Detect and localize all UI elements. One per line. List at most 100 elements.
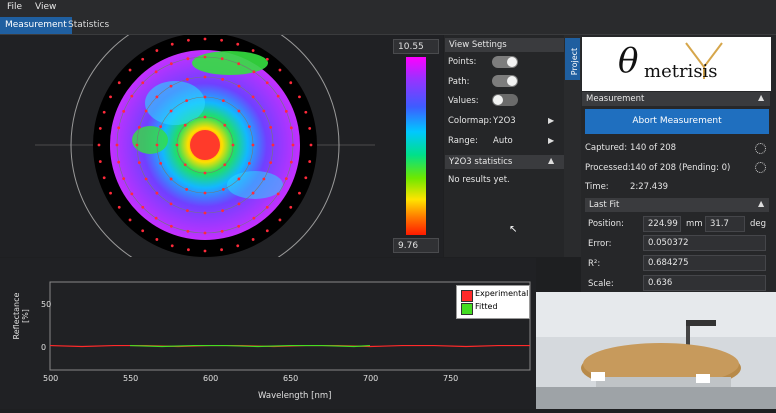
path-toggle[interactable] xyxy=(492,75,518,87)
chevron-up-icon[interactable]: ▲ xyxy=(548,156,554,165)
scale-field[interactable]: 0.636 xyxy=(643,275,766,291)
spectrum-panel xyxy=(0,258,536,409)
angle-field[interactable]: 31.7 xyxy=(705,216,745,232)
measurement-point xyxy=(183,163,187,167)
measurement-point xyxy=(231,143,235,147)
path-label: Path: xyxy=(448,77,470,87)
values-toggle[interactable] xyxy=(492,94,518,106)
measurement-point xyxy=(169,177,173,181)
abort-measurement-button[interactable]: Abort Measurement xyxy=(585,109,769,134)
menu-bar xyxy=(0,0,776,17)
measurement-point xyxy=(252,216,256,220)
measurement-point xyxy=(251,191,255,195)
project-tab-label: Project xyxy=(570,47,580,76)
values-label: Values: xyxy=(448,96,479,106)
wafer-map[interactable] xyxy=(0,10,443,280)
mouse-cursor-icon: ↖ xyxy=(509,224,518,235)
chevron-right-icon[interactable]: ▶ xyxy=(548,136,554,145)
measurement-point xyxy=(154,70,158,74)
measurement-point xyxy=(128,218,132,222)
measurement-point xyxy=(276,94,280,98)
color-scale-bar xyxy=(406,57,426,235)
measurement-point xyxy=(252,70,256,74)
tab-statistics[interactable]: Statistics xyxy=(63,17,114,34)
x-tick-label: 700 xyxy=(363,374,379,383)
measurement-point xyxy=(284,177,288,181)
measurement-point xyxy=(102,176,106,180)
measurement-point xyxy=(237,177,241,181)
measurement-point xyxy=(298,95,301,99)
stats-header: Y2O3 statistics xyxy=(445,155,564,169)
measurement-point xyxy=(278,218,282,222)
measurement-point xyxy=(169,109,173,113)
measurement-point xyxy=(278,68,282,72)
measurement-point xyxy=(170,42,174,46)
measurement-point xyxy=(128,68,132,72)
measurement-point xyxy=(175,143,179,147)
measurement-point xyxy=(298,191,301,195)
measurement-point xyxy=(309,143,313,147)
chevron-right-icon[interactable]: ▶ xyxy=(548,116,554,125)
measurement-point xyxy=(186,229,190,233)
measurement-point xyxy=(186,77,189,81)
processed-value: 140 of 208 (Pending: 0) xyxy=(630,163,731,173)
measurement-point xyxy=(221,77,224,81)
position-unit: mm xyxy=(686,219,703,229)
measurement-point xyxy=(265,57,269,61)
measurement-point xyxy=(130,94,134,98)
measurement-point xyxy=(203,55,207,59)
chevron-up-icon[interactable]: ▲ xyxy=(758,199,764,208)
map-center xyxy=(190,130,220,160)
measurement-point xyxy=(289,205,293,209)
colormap-select[interactable]: Y2O3 xyxy=(493,116,516,126)
captured-value: 140 of 208 xyxy=(630,143,677,153)
measurement-point xyxy=(185,187,189,191)
measurement-point xyxy=(141,57,145,61)
menu-view[interactable]: View xyxy=(35,2,56,12)
legend-swatch-experimental xyxy=(461,290,473,302)
measurement-point xyxy=(223,163,227,167)
measurement-point xyxy=(220,57,224,61)
measurement-point xyxy=(186,209,189,213)
measurement-point xyxy=(98,160,102,163)
points-toggle[interactable] xyxy=(492,56,518,68)
measurement-point xyxy=(304,176,308,180)
measurement-point xyxy=(284,109,288,113)
measurement-point xyxy=(122,177,126,181)
measurement-point xyxy=(289,160,293,164)
stats-text: No results yet. xyxy=(448,175,510,185)
measurement-point xyxy=(170,244,174,248)
measurement-point xyxy=(308,127,312,130)
r2-field[interactable]: 0.684275 xyxy=(643,255,766,271)
range-select[interactable]: Auto xyxy=(493,136,513,146)
x-tick-label: 650 xyxy=(283,374,299,383)
measurement-point xyxy=(186,57,190,61)
measurement-point xyxy=(159,161,163,165)
menu-file[interactable]: File xyxy=(7,2,22,12)
time-value: 2:27.439 xyxy=(630,182,669,192)
measurement-point xyxy=(155,191,159,195)
measurement-point xyxy=(169,62,173,66)
measurement-point xyxy=(262,109,266,113)
tab-measurement[interactable]: Measurement xyxy=(0,17,72,34)
position-field[interactable]: 224.99 xyxy=(643,216,681,232)
measurement-point xyxy=(237,84,241,88)
measurement-point xyxy=(155,95,159,99)
measurement-point xyxy=(271,143,275,147)
measurement-point xyxy=(265,81,269,85)
measurement-point xyxy=(220,248,223,252)
measurement-point xyxy=(221,187,225,191)
legend-experimental: Experimental xyxy=(475,289,529,298)
scale-label: Scale: xyxy=(588,279,614,289)
measurement-point xyxy=(144,177,148,181)
measurement-point xyxy=(137,161,141,164)
y-tick-label: 50 xyxy=(41,300,52,309)
error-field[interactable]: 0.050372 xyxy=(643,235,766,251)
measurement-point xyxy=(117,205,121,209)
x-tick-label: 500 xyxy=(43,374,59,383)
measurement-point xyxy=(221,99,225,103)
measurement-point xyxy=(183,123,187,127)
map-region xyxy=(227,171,283,199)
measurement-point xyxy=(203,37,207,41)
chevron-up-icon[interactable]: ▲ xyxy=(758,93,764,102)
